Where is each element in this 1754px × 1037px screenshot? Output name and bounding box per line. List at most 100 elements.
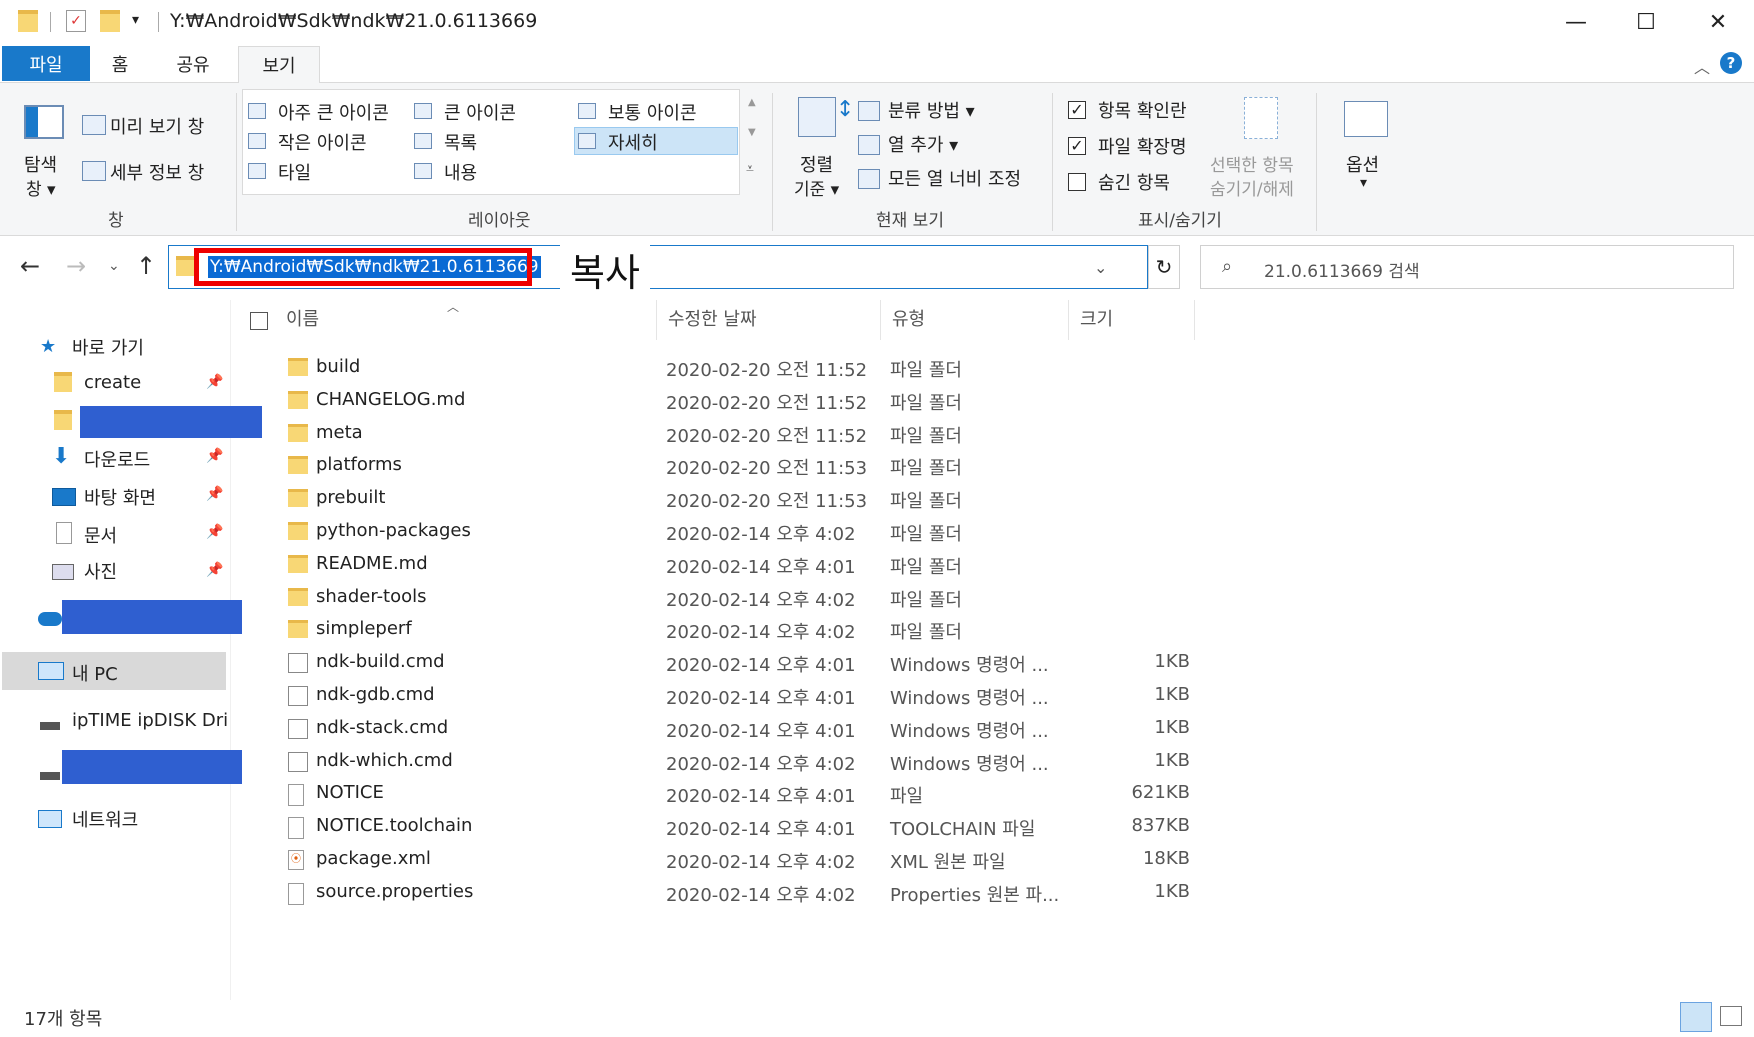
file-row[interactable]: meta 2020-02-20 오전 11:52 파일 폴더	[270, 418, 1190, 451]
nav-item-documents[interactable]: 문서	[84, 522, 117, 548]
sort-by-label[interactable]: 정렬	[800, 151, 833, 177]
file-row[interactable]: ndk-stack.cmd 2020-02-14 오후 4:01 Windows 명…	[270, 713, 1190, 746]
column-header-size[interactable]: 크기	[1080, 305, 1113, 331]
file-extensions-checkbox[interactable]: ✓	[1068, 137, 1086, 155]
sort-by-dropdown[interactable]: 기준 ▾	[794, 175, 839, 200]
tab-share[interactable]: 공유	[168, 46, 218, 81]
hide-selected-label-2[interactable]: 숨기기/해제	[1210, 175, 1294, 200]
minimize-button[interactable]: —	[1546, 0, 1606, 44]
file-date: 2020-02-14 오후 4:02	[666, 885, 856, 906]
file-row[interactable]: shader-tools 2020-02-14 오후 4:02 파일 폴더	[270, 582, 1190, 615]
file-row[interactable]: NOTICE 2020-02-14 오후 4:01 파일 621KB	[270, 778, 1190, 811]
options-button[interactable]: 옵션	[1346, 151, 1379, 177]
size-columns-button[interactable]: 모든 열 너비 조정	[888, 165, 1021, 191]
hidden-items-label[interactable]: 숨긴 항목	[1098, 169, 1170, 195]
help-icon[interactable]: ?	[1720, 52, 1742, 74]
add-columns-button[interactable]: 열 추가 ▾	[888, 131, 958, 157]
file-row[interactable]: ndk-gdb.cmd 2020-02-14 오후 4:01 Windows 명령어…	[270, 680, 1190, 713]
recent-locations-icon[interactable]: ⌄	[108, 258, 120, 274]
group-by-button[interactable]: 분류 방법 ▾	[888, 97, 975, 123]
tab-file[interactable]: 파일	[2, 46, 90, 81]
layout-tiles[interactable]: 타일	[278, 159, 311, 185]
nav-item-desktop[interactable]: 바탕 화면	[84, 484, 156, 510]
collapse-ribbon-icon[interactable]: ︿	[1694, 54, 1710, 78]
nav-quick-access[interactable]: 바로 가기	[72, 334, 144, 360]
nav-network-drive[interactable]: ipTIME ipDISK Driv	[72, 710, 228, 731]
folder-icon	[54, 410, 72, 430]
column-divider[interactable]	[880, 300, 881, 340]
hide-selected-label-1[interactable]: 선택한 항목	[1210, 151, 1294, 176]
preview-pane-button[interactable]: 미리 보기 창	[110, 113, 204, 139]
search-placeholder[interactable]: 21.0.6113669 검색	[1264, 257, 1420, 282]
file-row[interactable]: NOTICE.toolchain 2020-02-14 오후 4:01 TOOLCH…	[270, 811, 1190, 844]
up-arrow-icon[interactable]: ↑	[136, 252, 156, 280]
redacted-drive[interactable]	[62, 750, 242, 784]
gallery-scroll-down-icon[interactable]: ▼	[748, 127, 756, 138]
layout-medium-icons[interactable]: 보통 아이콘	[608, 99, 697, 125]
file-row[interactable]: platforms 2020-02-20 오전 11:53 파일 폴더	[270, 450, 1190, 483]
navigation-pane-dropdown[interactable]: 창 ▾	[26, 175, 56, 200]
file-date: 2020-02-20 오전 11:52	[666, 426, 868, 447]
file-extensions-label[interactable]: 파일 확장명	[1098, 133, 1187, 159]
maximize-button[interactable]: ☐	[1616, 0, 1676, 44]
item-checkboxes-label[interactable]: 항목 확인란	[1098, 97, 1187, 123]
select-all-checkbox[interactable]	[250, 312, 268, 330]
details-view-icon[interactable]	[1680, 1002, 1712, 1032]
file-row[interactable]: python-packages 2020-02-14 오후 4:02 파일 폴더	[270, 516, 1190, 549]
layout-small-icons[interactable]: 작은 아이콘	[278, 129, 367, 155]
column-header-type[interactable]: 유형	[892, 305, 925, 331]
layout-content[interactable]: 내용	[444, 159, 477, 185]
nav-network[interactable]: 네트워크	[72, 806, 138, 832]
navigation-pane-icon[interactable]	[24, 105, 64, 139]
forward-arrow-icon[interactable]: →	[66, 252, 86, 280]
address-dropdown-icon[interactable]: ⌄	[1094, 258, 1107, 277]
tab-home[interactable]: 홈	[100, 46, 140, 81]
column-divider[interactable]	[1194, 300, 1195, 340]
customize-quick-access-icon[interactable]: ▾	[132, 12, 139, 28]
column-header-date[interactable]: 수정한 날짜	[668, 305, 757, 331]
item-checkboxes-checkbox[interactable]: ✓	[1068, 101, 1086, 119]
layout-details[interactable]: 자세히	[608, 129, 658, 155]
pin-icon: 📌	[206, 562, 224, 578]
redacted-onedrive[interactable]	[62, 600, 242, 634]
details-pane-button[interactable]: 세부 정보 창	[110, 159, 204, 185]
options-dropdown-icon[interactable]: ▾	[1360, 175, 1367, 191]
file-row[interactable]: source.properties 2020-02-14 오후 4:02 Prope…	[270, 877, 1190, 910]
file-row[interactable]: build 2020-02-20 오전 11:52 파일 폴더	[270, 352, 1190, 385]
layout-extra-large-icons[interactable]: 아주 큰 아이콘	[278, 99, 389, 125]
folder-icon	[288, 522, 308, 540]
refresh-icon[interactable]: ↻	[1148, 245, 1180, 289]
file-row[interactable]: simpleperf 2020-02-14 오후 4:02 파일 폴더	[270, 614, 1190, 647]
gallery-expand-icon[interactable]: ⩡	[746, 161, 754, 177]
new-folder-icon[interactable]	[100, 10, 120, 32]
column-divider[interactable]	[656, 300, 657, 340]
file-name: shader-tools	[316, 586, 427, 607]
folder-icon	[54, 372, 72, 392]
file-row[interactable]: README.md 2020-02-14 오후 4:01 파일 폴더	[270, 549, 1190, 582]
file-row[interactable]: ndk-which.cmd 2020-02-14 오후 4:02 Windows 명…	[270, 746, 1190, 779]
gallery-scroll-up-icon[interactable]: ▲	[748, 97, 756, 108]
close-button[interactable]: ✕	[1688, 0, 1748, 44]
file-icon	[288, 817, 304, 839]
column-header-name[interactable]: 이름	[286, 305, 319, 331]
nav-item-downloads[interactable]: 다운로드	[84, 446, 150, 472]
hidden-items-checkbox[interactable]	[1068, 173, 1086, 191]
file-row[interactable]: CHANGELOG.md 2020-02-20 오전 11:52 파일 폴더	[270, 385, 1190, 418]
properties-icon[interactable]: ✓	[66, 10, 86, 32]
large-icons-view-icon[interactable]	[1720, 1006, 1742, 1026]
redacted-nav-item[interactable]	[80, 406, 262, 438]
file-row[interactable]: ⦿ package.xml 2020-02-14 오후 4:02 XML 원본 파일 1…	[270, 844, 1190, 877]
file-name: build	[316, 356, 361, 377]
file-row[interactable]: prebuilt 2020-02-20 오전 11:53 파일 폴더	[270, 483, 1190, 516]
back-arrow-icon[interactable]: ←	[20, 252, 40, 280]
nav-item-create[interactable]: create	[84, 372, 141, 393]
ribbon: 탐색 창 ▾ 미리 보기 창 세부 정보 창 창 아주 큰 아이콘 큰 아이콘 …	[0, 83, 1754, 236]
tab-view[interactable]: 보기	[238, 46, 320, 84]
navigation-pane-label[interactable]: 탐색	[24, 151, 57, 177]
nav-item-pictures[interactable]: 사진	[84, 558, 117, 584]
file-row[interactable]: ndk-build.cmd 2020-02-14 오후 4:01 Windows 명…	[270, 647, 1190, 680]
nav-this-pc[interactable]: 내 PC	[72, 660, 118, 686]
layout-large-icons[interactable]: 큰 아이콘	[444, 99, 516, 125]
layout-list[interactable]: 목록	[444, 129, 477, 155]
column-divider[interactable]	[1068, 300, 1069, 340]
